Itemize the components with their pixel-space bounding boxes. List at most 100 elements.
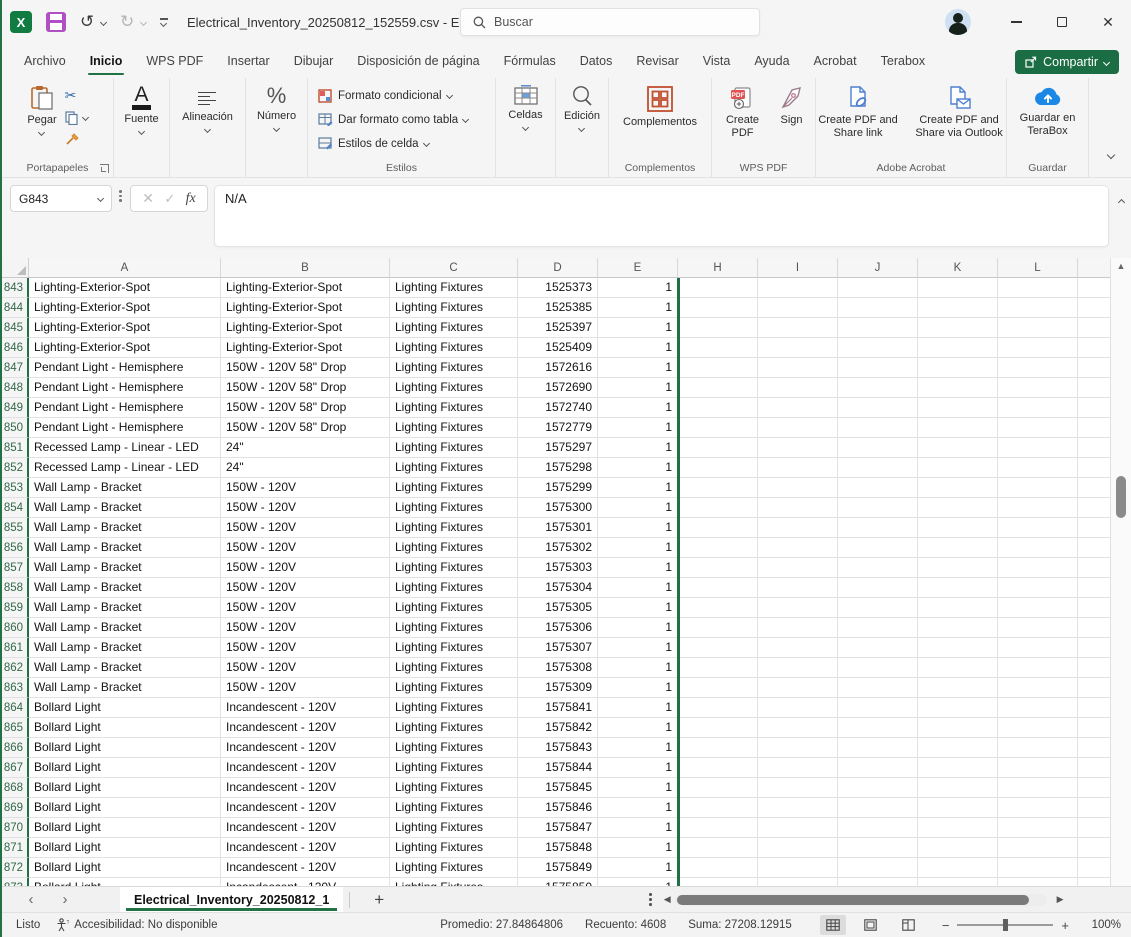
- row-header-852[interactable]: 852: [2, 458, 29, 478]
- cell[interactable]: [918, 818, 998, 838]
- cell[interactable]: [758, 878, 838, 886]
- cell[interactable]: [918, 718, 998, 738]
- cell[interactable]: [998, 638, 1078, 658]
- cell[interactable]: Lighting Fixtures: [390, 718, 518, 738]
- cell[interactable]: Lighting-Exterior-Spot: [29, 318, 221, 338]
- cell[interactable]: [678, 478, 758, 498]
- cell[interactable]: [1078, 878, 1112, 886]
- cell[interactable]: [998, 738, 1078, 758]
- column-header-D[interactable]: D: [518, 258, 598, 278]
- cell[interactable]: 150W - 120V 58" Drop: [221, 398, 390, 418]
- cell[interactable]: Incandescent - 120V: [221, 778, 390, 798]
- row-header-849[interactable]: 849: [2, 398, 29, 418]
- zoom-slider[interactable]: [957, 924, 1053, 926]
- cell[interactable]: Bollard Light: [29, 818, 221, 838]
- cell[interactable]: [998, 718, 1078, 738]
- cell[interactable]: Incandescent - 120V: [221, 718, 390, 738]
- account-avatar[interactable]: [945, 9, 971, 35]
- cell[interactable]: Lighting Fixtures: [390, 578, 518, 598]
- cell[interactable]: [838, 538, 918, 558]
- cell[interactable]: [1078, 778, 1112, 798]
- cell[interactable]: Lighting Fixtures: [390, 478, 518, 498]
- cell[interactable]: [1078, 338, 1112, 358]
- scrollbar-splitter[interactable]: [649, 893, 652, 906]
- normal-view-button[interactable]: [820, 915, 846, 935]
- column-header-K[interactable]: K: [918, 258, 998, 278]
- horizontal-scroll-thumb[interactable]: [677, 895, 1029, 905]
- cell[interactable]: [998, 278, 1078, 298]
- cell[interactable]: Lighting Fixtures: [390, 318, 518, 338]
- cell[interactable]: [998, 878, 1078, 886]
- cell[interactable]: [678, 518, 758, 538]
- cell[interactable]: Lighting Fixtures: [390, 338, 518, 358]
- acrobat-share-outlook-button[interactable]: Create PDF and Share via Outlook: [912, 85, 1006, 140]
- cell[interactable]: Lighting Fixtures: [390, 638, 518, 658]
- tab-insertar[interactable]: Insertar: [215, 44, 281, 78]
- cell[interactable]: [918, 318, 998, 338]
- cell[interactable]: [758, 658, 838, 678]
- tab-wps-pdf[interactable]: WPS PDF: [134, 44, 215, 78]
- cell[interactable]: 150W - 120V: [221, 658, 390, 678]
- cell[interactable]: [758, 398, 838, 418]
- cell[interactable]: [918, 458, 998, 478]
- cell[interactable]: [838, 418, 918, 438]
- cell[interactable]: [678, 298, 758, 318]
- cell[interactable]: [678, 598, 758, 618]
- cell[interactable]: 1575300: [518, 498, 598, 518]
- cell[interactable]: 1575301: [518, 518, 598, 538]
- cell[interactable]: [998, 698, 1078, 718]
- cell[interactable]: [1078, 758, 1112, 778]
- cell[interactable]: [918, 478, 998, 498]
- cell[interactable]: [918, 698, 998, 718]
- cell[interactable]: [838, 558, 918, 578]
- tab-acrobat[interactable]: Acrobat: [802, 44, 869, 78]
- customize-qat-button[interactable]: [160, 18, 168, 25]
- tab-revisar[interactable]: Revisar: [624, 44, 690, 78]
- tab-datos[interactable]: Datos: [568, 44, 625, 78]
- cell[interactable]: [1078, 278, 1112, 298]
- cell[interactable]: [838, 438, 918, 458]
- cell[interactable]: Bollard Light: [29, 838, 221, 858]
- cell[interactable]: Lighting Fixtures: [390, 618, 518, 638]
- cell[interactable]: 1: [598, 358, 678, 378]
- cell[interactable]: 1525397: [518, 318, 598, 338]
- cell[interactable]: [918, 638, 998, 658]
- cell[interactable]: Lighting Fixtures: [390, 838, 518, 858]
- cell[interactable]: 24": [221, 458, 390, 478]
- cell[interactable]: [918, 678, 998, 698]
- cell[interactable]: Wall Lamp - Bracket: [29, 478, 221, 498]
- row-header-872[interactable]: 872: [2, 858, 29, 878]
- search-input[interactable]: Buscar: [460, 8, 760, 36]
- cell[interactable]: 1575843: [518, 738, 598, 758]
- cell[interactable]: [758, 798, 838, 818]
- cell[interactable]: [918, 578, 998, 598]
- cell[interactable]: [918, 778, 998, 798]
- cell[interactable]: 1: [598, 298, 678, 318]
- cell[interactable]: 1575297: [518, 438, 598, 458]
- row-header-843[interactable]: 843: [2, 278, 29, 298]
- zoom-percent[interactable]: 100%: [1081, 919, 1121, 931]
- cell[interactable]: [758, 678, 838, 698]
- previous-sheet-button[interactable]: ‹: [14, 891, 48, 908]
- cell[interactable]: [838, 278, 918, 298]
- cell[interactable]: [838, 378, 918, 398]
- cell[interactable]: Bollard Light: [29, 758, 221, 778]
- cell[interactable]: [758, 718, 838, 738]
- addins-button[interactable]: Complementos: [623, 85, 697, 129]
- cell[interactable]: Pendant Light - Hemisphere: [29, 378, 221, 398]
- cell[interactable]: Lighting Fixtures: [390, 498, 518, 518]
- cell[interactable]: [1078, 718, 1112, 738]
- number-menu-button[interactable]: % Número: [257, 85, 296, 131]
- cell[interactable]: [998, 518, 1078, 538]
- cell[interactable]: [838, 358, 918, 378]
- cell[interactable]: Lighting Fixtures: [390, 398, 518, 418]
- cell[interactable]: [678, 458, 758, 478]
- row-header-846[interactable]: 846: [2, 338, 29, 358]
- tab-inicio[interactable]: Inicio: [78, 44, 135, 78]
- cell[interactable]: Bollard Light: [29, 778, 221, 798]
- cell[interactable]: 1: [598, 798, 678, 818]
- cell[interactable]: Lighting Fixtures: [390, 778, 518, 798]
- cell[interactable]: 150W - 120V: [221, 538, 390, 558]
- cell[interactable]: Lighting Fixtures: [390, 518, 518, 538]
- cell[interactable]: [1078, 438, 1112, 458]
